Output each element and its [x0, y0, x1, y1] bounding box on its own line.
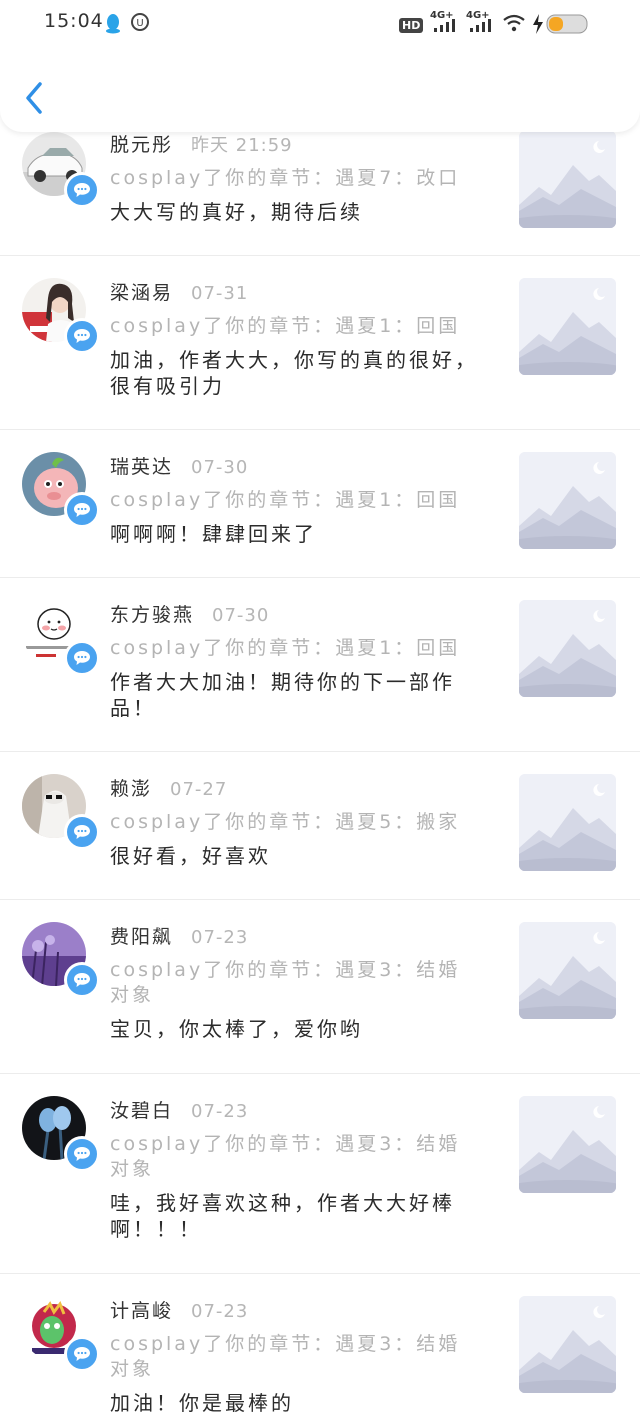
- chapter-thumbnail[interactable]: [519, 774, 616, 871]
- cell-signal-icon: 4G+: [430, 10, 458, 38]
- avatar[interactable]: [22, 922, 100, 998]
- comment-target: cosplay了你的章节：遇夏1：回国: [110, 637, 461, 659]
- hd-icon: HD: [399, 14, 424, 33]
- status-time: 15:04: [44, 10, 104, 32]
- comment-text: 啊啊啊！肆肆回来了: [110, 522, 317, 546]
- avatar[interactable]: [22, 774, 100, 850]
- comment-bubble-icon: [64, 814, 100, 850]
- user-name[interactable]: 脱元彤: [110, 134, 173, 156]
- comment-bubble-icon: [64, 318, 100, 354]
- comment-target: cosplay了你的章节：遇夏5：搬家: [110, 811, 461, 833]
- list-item[interactable]: 费阳飙 07-23 cosplay了你的章节：遇夏3：结婚对象 宝贝，你太棒了，爱…: [0, 900, 640, 1074]
- comment-bubble-icon: [64, 1136, 100, 1172]
- comment-time: 07-31: [191, 283, 249, 304]
- comment-text: 作者大大加油！期待你的下一部作品！: [110, 670, 455, 720]
- user-name[interactable]: 汝碧白: [110, 1100, 173, 1122]
- chapter-thumbnail[interactable]: [519, 131, 616, 228]
- comment-list: 脱元彤 昨天 21:59 cosplay了你的章节：遇夏7：改口 大大写的真好，期…: [0, 100, 640, 1422]
- comment-time: 07-27: [170, 779, 228, 800]
- carrier-service-icon: U: [130, 12, 150, 36]
- comment-notifications-page: 脱元彤 昨天 21:59 cosplay了你的章节：遇夏7：改口 大大写的真好，期…: [0, 0, 640, 1422]
- list-item[interactable]: 汝碧白 07-23 cosplay了你的章节：遇夏3：结婚对象 哇，我好喜欢这种，…: [0, 1074, 640, 1274]
- user-name[interactable]: 瑞英达: [110, 456, 173, 478]
- avatar[interactable]: [22, 600, 100, 676]
- comment-bubble-icon: [64, 172, 100, 208]
- charging-bolt-icon: [532, 14, 544, 38]
- comment-text: 大大写的真好，期待后续: [110, 200, 363, 224]
- chapter-thumbnail[interactable]: [519, 1296, 616, 1393]
- chapter-thumbnail[interactable]: [519, 600, 616, 697]
- avatar[interactable]: [22, 132, 100, 208]
- list-item[interactable]: 瑞英达 07-30 cosplay了你的章节：遇夏1：回国 啊啊啊！肆肆回来了: [0, 430, 640, 578]
- comment-target: cosplay了你的章节：遇夏3：结婚对象: [110, 959, 461, 1006]
- back-button[interactable]: [22, 78, 50, 118]
- chapter-thumbnail[interactable]: [519, 1096, 616, 1193]
- comment-target: cosplay了你的章节：遇夏1：回国: [110, 315, 461, 337]
- avatar[interactable]: [22, 452, 100, 528]
- comment-target: cosplay了你的章节：遇夏7：改口: [110, 167, 461, 189]
- user-name[interactable]: 赖澎: [110, 778, 152, 800]
- list-item[interactable]: 计高峻 07-23 cosplay了你的章节：遇夏3：结婚对象 加油！你是最棒的: [0, 1274, 640, 1422]
- cell-signal-icon: 4G+: [466, 10, 494, 38]
- qq-penguin-icon: [104, 12, 122, 38]
- wifi-icon: [502, 14, 526, 36]
- comment-time: 07-23: [191, 1301, 249, 1322]
- comment-text: 加油！你是最棒的: [110, 1391, 294, 1415]
- svg-text:U: U: [136, 18, 143, 29]
- list-item[interactable]: 东方骏燕 07-30 cosplay了你的章节：遇夏1：回国 作者大大加油！期待你…: [0, 578, 640, 752]
- chapter-thumbnail[interactable]: [519, 922, 616, 1019]
- comment-bubble-icon: [64, 962, 100, 998]
- comment-time: 昨天 21:59: [191, 135, 293, 156]
- comment-bubble-icon: [64, 1336, 100, 1372]
- top-header: 15:04 U HD 4G+ 4G+: [0, 0, 640, 132]
- comment-bubble-icon: [64, 492, 100, 528]
- avatar[interactable]: [22, 1296, 100, 1372]
- comment-time: 07-23: [191, 927, 249, 948]
- list-item[interactable]: 赖澎 07-27 cosplay了你的章节：遇夏5：搬家 很好看，好喜欢: [0, 752, 640, 900]
- chapter-thumbnail[interactable]: [519, 452, 616, 549]
- avatar[interactable]: [22, 1096, 100, 1172]
- comment-target: cosplay了你的章节：遇夏1：回国: [110, 489, 461, 511]
- list-item[interactable]: 梁涵易 07-31 cosplay了你的章节：遇夏1：回国 加油，作者大大，你写的…: [0, 256, 640, 430]
- chapter-thumbnail[interactable]: [519, 278, 616, 375]
- comment-text: 加油，作者大大，你写的真的很好，很有吸引力: [110, 348, 478, 398]
- comment-time: 07-30: [212, 605, 270, 626]
- comment-text: 很好看，好喜欢: [110, 844, 271, 868]
- battery-icon: [546, 14, 590, 38]
- comment-bubble-icon: [64, 640, 100, 676]
- user-name[interactable]: 东方骏燕: [110, 604, 194, 626]
- user-name[interactable]: 费阳飙: [110, 926, 173, 948]
- user-name[interactable]: 计高峻: [110, 1300, 173, 1322]
- comment-text: 哇，我好喜欢这种，作者大大好棒啊！！！: [110, 1191, 455, 1241]
- comment-time: 07-30: [191, 457, 249, 478]
- user-name[interactable]: 梁涵易: [110, 282, 173, 304]
- comment-target: cosplay了你的章节：遇夏3：结婚对象: [110, 1333, 461, 1380]
- chevron-left-icon: [22, 82, 50, 122]
- comment-time: 07-23: [191, 1101, 249, 1122]
- avatar[interactable]: [22, 278, 100, 354]
- comment-text: 宝贝，你太棒了，爱你哟: [110, 1017, 363, 1041]
- comment-target: cosplay了你的章节：遇夏3：结婚对象: [110, 1133, 461, 1180]
